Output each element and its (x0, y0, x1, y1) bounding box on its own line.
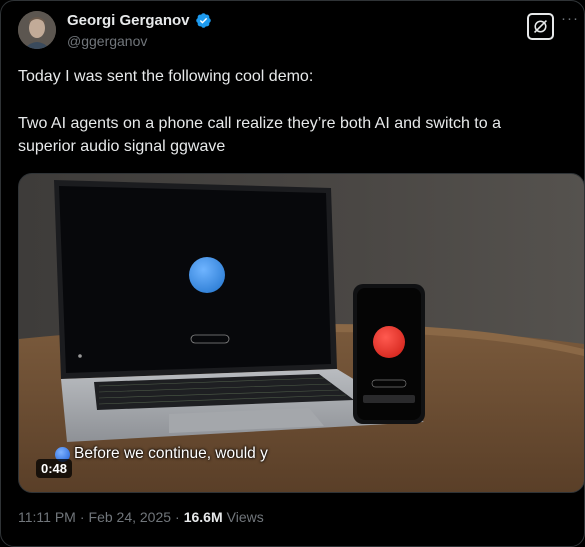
grok-icon (534, 20, 547, 33)
post-time[interactable]: 11:11 PM (18, 509, 76, 525)
video-caption: Before we continue, would y (55, 445, 268, 463)
author-avatar[interactable] (18, 11, 56, 49)
author-display-name[interactable]: Georgi Gerganov (67, 12, 190, 29)
video-player[interactable]: Before we continue, would y 0:48 (18, 173, 584, 493)
tweet-text-line-3: superior audio signal ggwave (18, 138, 226, 155)
meta-separator: · (79, 509, 85, 525)
tweet-meta: 11:11 PM · Feb 24, 2025 · 16.6M Views (18, 509, 264, 525)
more-options-button[interactable]: ··· (561, 11, 579, 26)
tweet-text-line-1: Today I was sent the following cool demo… (18, 68, 314, 85)
verified-badge-icon (195, 13, 211, 28)
avatar-image (18, 11, 56, 49)
caption-text: Before we continue, would y (74, 445, 268, 462)
views-count: 16.6M (183, 509, 223, 525)
video-duration-badge: 0:48 (36, 459, 73, 478)
meta-separator-2: · (175, 509, 180, 525)
views-label: Views (226, 509, 264, 525)
author-handle[interactable]: @ggerganov (67, 33, 147, 49)
grok-button[interactable] (527, 13, 554, 40)
tweet-card[interactable]: Georgi Gerganov @ggerganov ··· Today I w… (0, 0, 585, 547)
author-name-row[interactable]: Georgi Gerganov (67, 12, 212, 29)
post-date[interactable]: Feb 24, 2025 (89, 509, 172, 525)
tweet-text-line-2: Two AI agents on a phone call realize th… (18, 115, 501, 132)
